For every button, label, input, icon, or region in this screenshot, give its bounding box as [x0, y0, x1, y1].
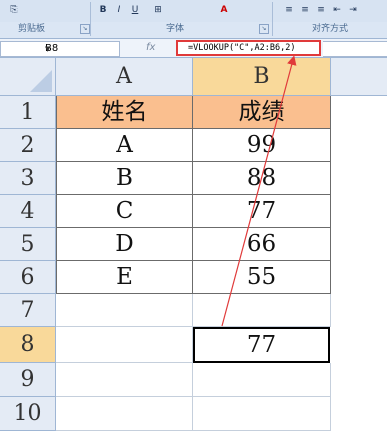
insert-function-button[interactable]: fx	[124, 41, 155, 55]
chevron-down-icon[interactable]: ▼	[45, 42, 115, 56]
font-color-icon[interactable]: A	[216, 3, 232, 17]
font-launcher-icon[interactable]: ↘	[259, 24, 269, 34]
cell-b7[interactable]	[193, 294, 331, 327]
row-header-8[interactable]: 8	[0, 327, 56, 363]
column-header-c[interactable]	[331, 58, 387, 96]
cell-b9[interactable]	[193, 363, 331, 397]
align-center-icon[interactable]: ≡	[298, 3, 312, 17]
cell-b8-active[interactable]: 77	[193, 327, 330, 363]
name-box[interactable]: B8 ▼	[0, 41, 120, 57]
italic-icon[interactable]: I	[112, 3, 126, 17]
cell-a9[interactable]	[56, 363, 193, 397]
indent-icon[interactable]: ⇤	[330, 3, 344, 17]
align-left-icon[interactable]: ≡	[282, 3, 296, 17]
row-header-2[interactable]: 2	[0, 129, 56, 162]
font-group-label: 字体	[166, 24, 185, 34]
ribbon-separator	[272, 2, 273, 36]
formula-input[interactable]: =VLOOKUP("C",A2:B6,2)	[176, 40, 321, 56]
row-header-10[interactable]: 10	[0, 397, 56, 431]
formula-input-extension[interactable]	[323, 41, 387, 57]
cell-a8[interactable]	[56, 327, 193, 363]
row-header-6[interactable]: 6	[0, 261, 56, 294]
cell-a7[interactable]	[56, 294, 193, 327]
underline-icon[interactable]: U	[128, 3, 142, 17]
row-header-3[interactable]: 3	[0, 162, 56, 195]
cell-b4[interactable]: 77	[193, 195, 331, 228]
column-header-a[interactable]: A	[56, 58, 193, 96]
cell-a2[interactable]: A	[56, 129, 193, 162]
alignment-group-label: 对齐方式	[312, 24, 349, 34]
border-icon[interactable]: ⊞	[150, 3, 166, 17]
bold-icon[interactable]: B	[96, 3, 110, 17]
cell-b6[interactable]: 55	[193, 261, 331, 294]
row-header-5[interactable]: 5	[0, 228, 56, 261]
clipboard-group-label: 剪贴板	[18, 24, 46, 34]
cell-a6[interactable]: E	[56, 261, 193, 294]
paste-icon[interactable]: ⎘	[4, 3, 24, 17]
row-header-4[interactable]: 4	[0, 195, 56, 228]
align-right-icon[interactable]: ≡	[314, 3, 328, 17]
cell-a5[interactable]: D	[56, 228, 193, 261]
select-all-corner[interactable]	[0, 58, 56, 96]
cell-b2[interactable]: 99	[193, 129, 331, 162]
cell-a10[interactable]	[56, 397, 193, 431]
formula-bar: B8 ▼ fx =VLOOKUP("C",A2:B6,2)	[0, 38, 387, 58]
row-header-9[interactable]: 9	[0, 363, 56, 397]
column-c-area[interactable]	[331, 96, 387, 443]
cell-a4[interactable]: C	[56, 195, 193, 228]
outdent-icon[interactable]: ⇥	[346, 3, 360, 17]
ribbon-separator	[90, 2, 91, 36]
cell-b1[interactable]: 成绩	[193, 96, 331, 129]
ribbon: ⎘ B I U ⊞ A ≡ ≡ ≡ ⇤ ⇥ 剪贴板 ↘ 字体 ↘ 对齐方式	[0, 0, 387, 38]
cell-b3[interactable]: 88	[193, 162, 331, 195]
clipboard-launcher-icon[interactable]: ↘	[80, 24, 90, 34]
fx-icon[interactable]: fx	[146, 42, 155, 53]
row-header-1[interactable]: 1	[0, 96, 56, 129]
cell-a3[interactable]: B	[56, 162, 193, 195]
column-header-b[interactable]: B	[193, 58, 331, 96]
cell-b5[interactable]: 66	[193, 228, 331, 261]
cell-b10[interactable]	[193, 397, 331, 431]
row-header-7[interactable]: 7	[0, 294, 56, 327]
cell-a1[interactable]: 姓名	[56, 96, 193, 129]
ribbon-button-row	[0, 0, 387, 22]
